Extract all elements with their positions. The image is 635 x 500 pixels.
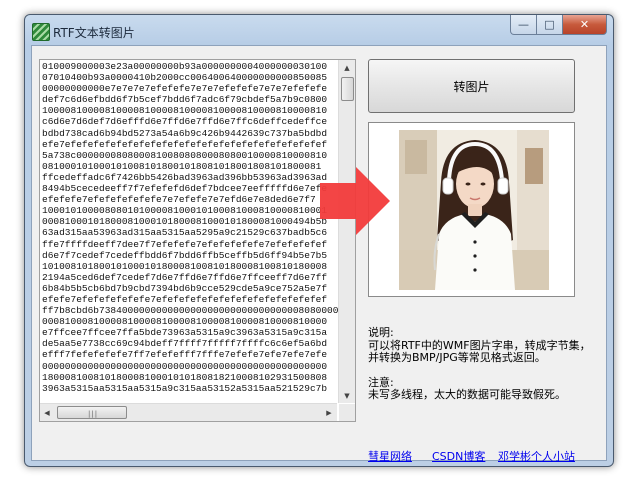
minimize-icon: — [518, 18, 529, 31]
convert-to-image-button[interactable]: 转图片 [368, 59, 575, 113]
notes-heading: 说明: [368, 326, 394, 339]
hex-line: ffcedeffadc6f7426bb5426bad3963ad396bb539… [42, 171, 328, 183]
up-arrow-icon[interactable]: ▲ [340, 60, 354, 75]
hex-line: 3963a5315aa5315aa5315a9c315aa53152a5315a… [42, 382, 328, 394]
horizontal-scroll-thumb[interactable]: ||| [57, 406, 127, 419]
hex-line: 0008100010180008100010180008100010180008… [42, 216, 328, 228]
info-text: 说明: 可以将RTF中的WMF图片字串，转成字节集，并转换为BMP/JPG等常见… [368, 326, 598, 402]
hex-line: def7c6d6efbdd6f7b5cef7bdd6f7adc6f79cbdef… [42, 94, 328, 106]
hex-line: bdbd738cad6b94bd5273a54a6b9c426b9442639c… [42, 127, 328, 139]
minimize-button[interactable]: — [510, 15, 537, 35]
hex-line: ffe7ffffdeeff7dee7f7efefefe7efefefefefe7… [42, 238, 328, 250]
hex-line: efe7efefefefefefefefefefefefefefefefefef… [42, 138, 328, 150]
hex-line: c6d6e7d6def7d6efffd6e7ffd6e7ffd6e7ffc6de… [42, 116, 328, 128]
close-icon: ✕ [579, 18, 590, 31]
maximize-icon: □ [544, 18, 555, 31]
down-arrow-icon[interactable]: ▼ [340, 388, 354, 403]
hex-line: 0000000000000000000000000000000000000000… [42, 360, 328, 372]
link-personal-site[interactable]: 邓学彬个人小站 [498, 448, 575, 464]
link-csdn-blog[interactable]: CSDN博客 [432, 448, 485, 464]
close-button[interactable]: ✕ [563, 15, 607, 35]
hex-line: 1000081000081000081000081000081000081000… [42, 105, 328, 117]
hex-line: 2194a5ced6def7cedef7d6e7ffd6e7ffd6e7ffce… [42, 271, 328, 283]
vertical-scroll-thumb[interactable] [341, 77, 354, 101]
hex-line: e7ffcee7ffcee7ffa5bde73963a5315a9c3963a5… [42, 327, 328, 339]
converted-photo [399, 130, 549, 290]
hex-line: efefefe7efefefefefefe7e7efefe7e7efd6e7e8… [42, 194, 316, 206]
horizontal-scrollbar[interactable]: ◀ ||| ▶ [40, 403, 337, 421]
app-icon [32, 23, 50, 41]
hex-line: 07010400b93a0000410b2000cc00640064000000… [42, 72, 328, 84]
hex-line: 1000101000080801010000810001010008100081… [42, 205, 328, 217]
hex-line: efefe7efefefefefefe7efefefefefefefefefef… [42, 293, 328, 305]
image-preview-panel [368, 122, 575, 297]
rtf-hex-textbox[interactable]: 010009000003e23a00000000b93a000000000400… [39, 59, 356, 422]
hex-line: 0810001010001010081018001018081018001808… [42, 160, 322, 172]
client-area: 010009000003e23a00000000b93a000000000400… [31, 45, 607, 464]
maximize-button[interactable]: □ [537, 15, 563, 35]
hex-line: 010009000003e23a00000000b93a000000000400… [42, 61, 328, 72]
hex-text-content[interactable]: 010009000003e23a00000000b93a000000000400… [42, 61, 338, 401]
hex-line: ff7b8cbd6b738400000000000000000000000000… [42, 305, 338, 317]
scroll-corner [339, 404, 355, 421]
hex-line: 1010081018001010001018000810081018000810… [42, 260, 328, 272]
hex-line: 8494b5cecedeeff7f7efefefd6def7bdcee7eeff… [42, 183, 328, 195]
big-right-arrow-icon [320, 167, 390, 235]
link-comet-network[interactable]: 彗星网络 [368, 448, 412, 464]
window-title: RTF文本转图片 [53, 26, 135, 40]
hex-line: de5aa5e7738cc69c94bdeff7ffff7fffff7ffffc… [42, 338, 328, 350]
hex-line: 0008100081000081000081000081000081000081… [42, 316, 328, 328]
caution-text: 未写多线程，太大的数据可能导致假死。 [368, 388, 566, 401]
hex-line: 63ad315aa53963ad315aa5315aa5295a9c21529c… [42, 227, 328, 239]
hex-line: 5a738c0000000808000810080808000808001000… [42, 149, 328, 161]
title-bar[interactable]: RTF文本转图片 — □ ✕ [25, 15, 613, 45]
hex-line: 6b84b5b5cb6bd7b9cbd7394bd6b9cce529cde5a9… [42, 282, 328, 294]
hex-line: 00000000000e7e7e7e7efefefe7e7e7efefefe7e… [42, 83, 328, 95]
hex-line: 1800081008101800081000101018081821000810… [42, 371, 328, 383]
hex-line: d6e7f7cedef7cedeffbdd6f7bdd6ffb5ceffb5d6… [42, 249, 328, 261]
hex-line: efff7fefefefefe7ff7efefefff7fffe7efefe7e… [42, 349, 328, 361]
right-arrow-icon[interactable]: ▶ [322, 405, 336, 420]
app-window: RTF文本转图片 — □ ✕ 010009000003e23a00000000b… [24, 14, 614, 467]
left-arrow-icon[interactable]: ◀ [40, 405, 54, 420]
notes-text: 可以将RTF中的WMF图片字串，转成字节集，并转换为BMP/JPG等常见格式返回… [368, 338, 591, 364]
